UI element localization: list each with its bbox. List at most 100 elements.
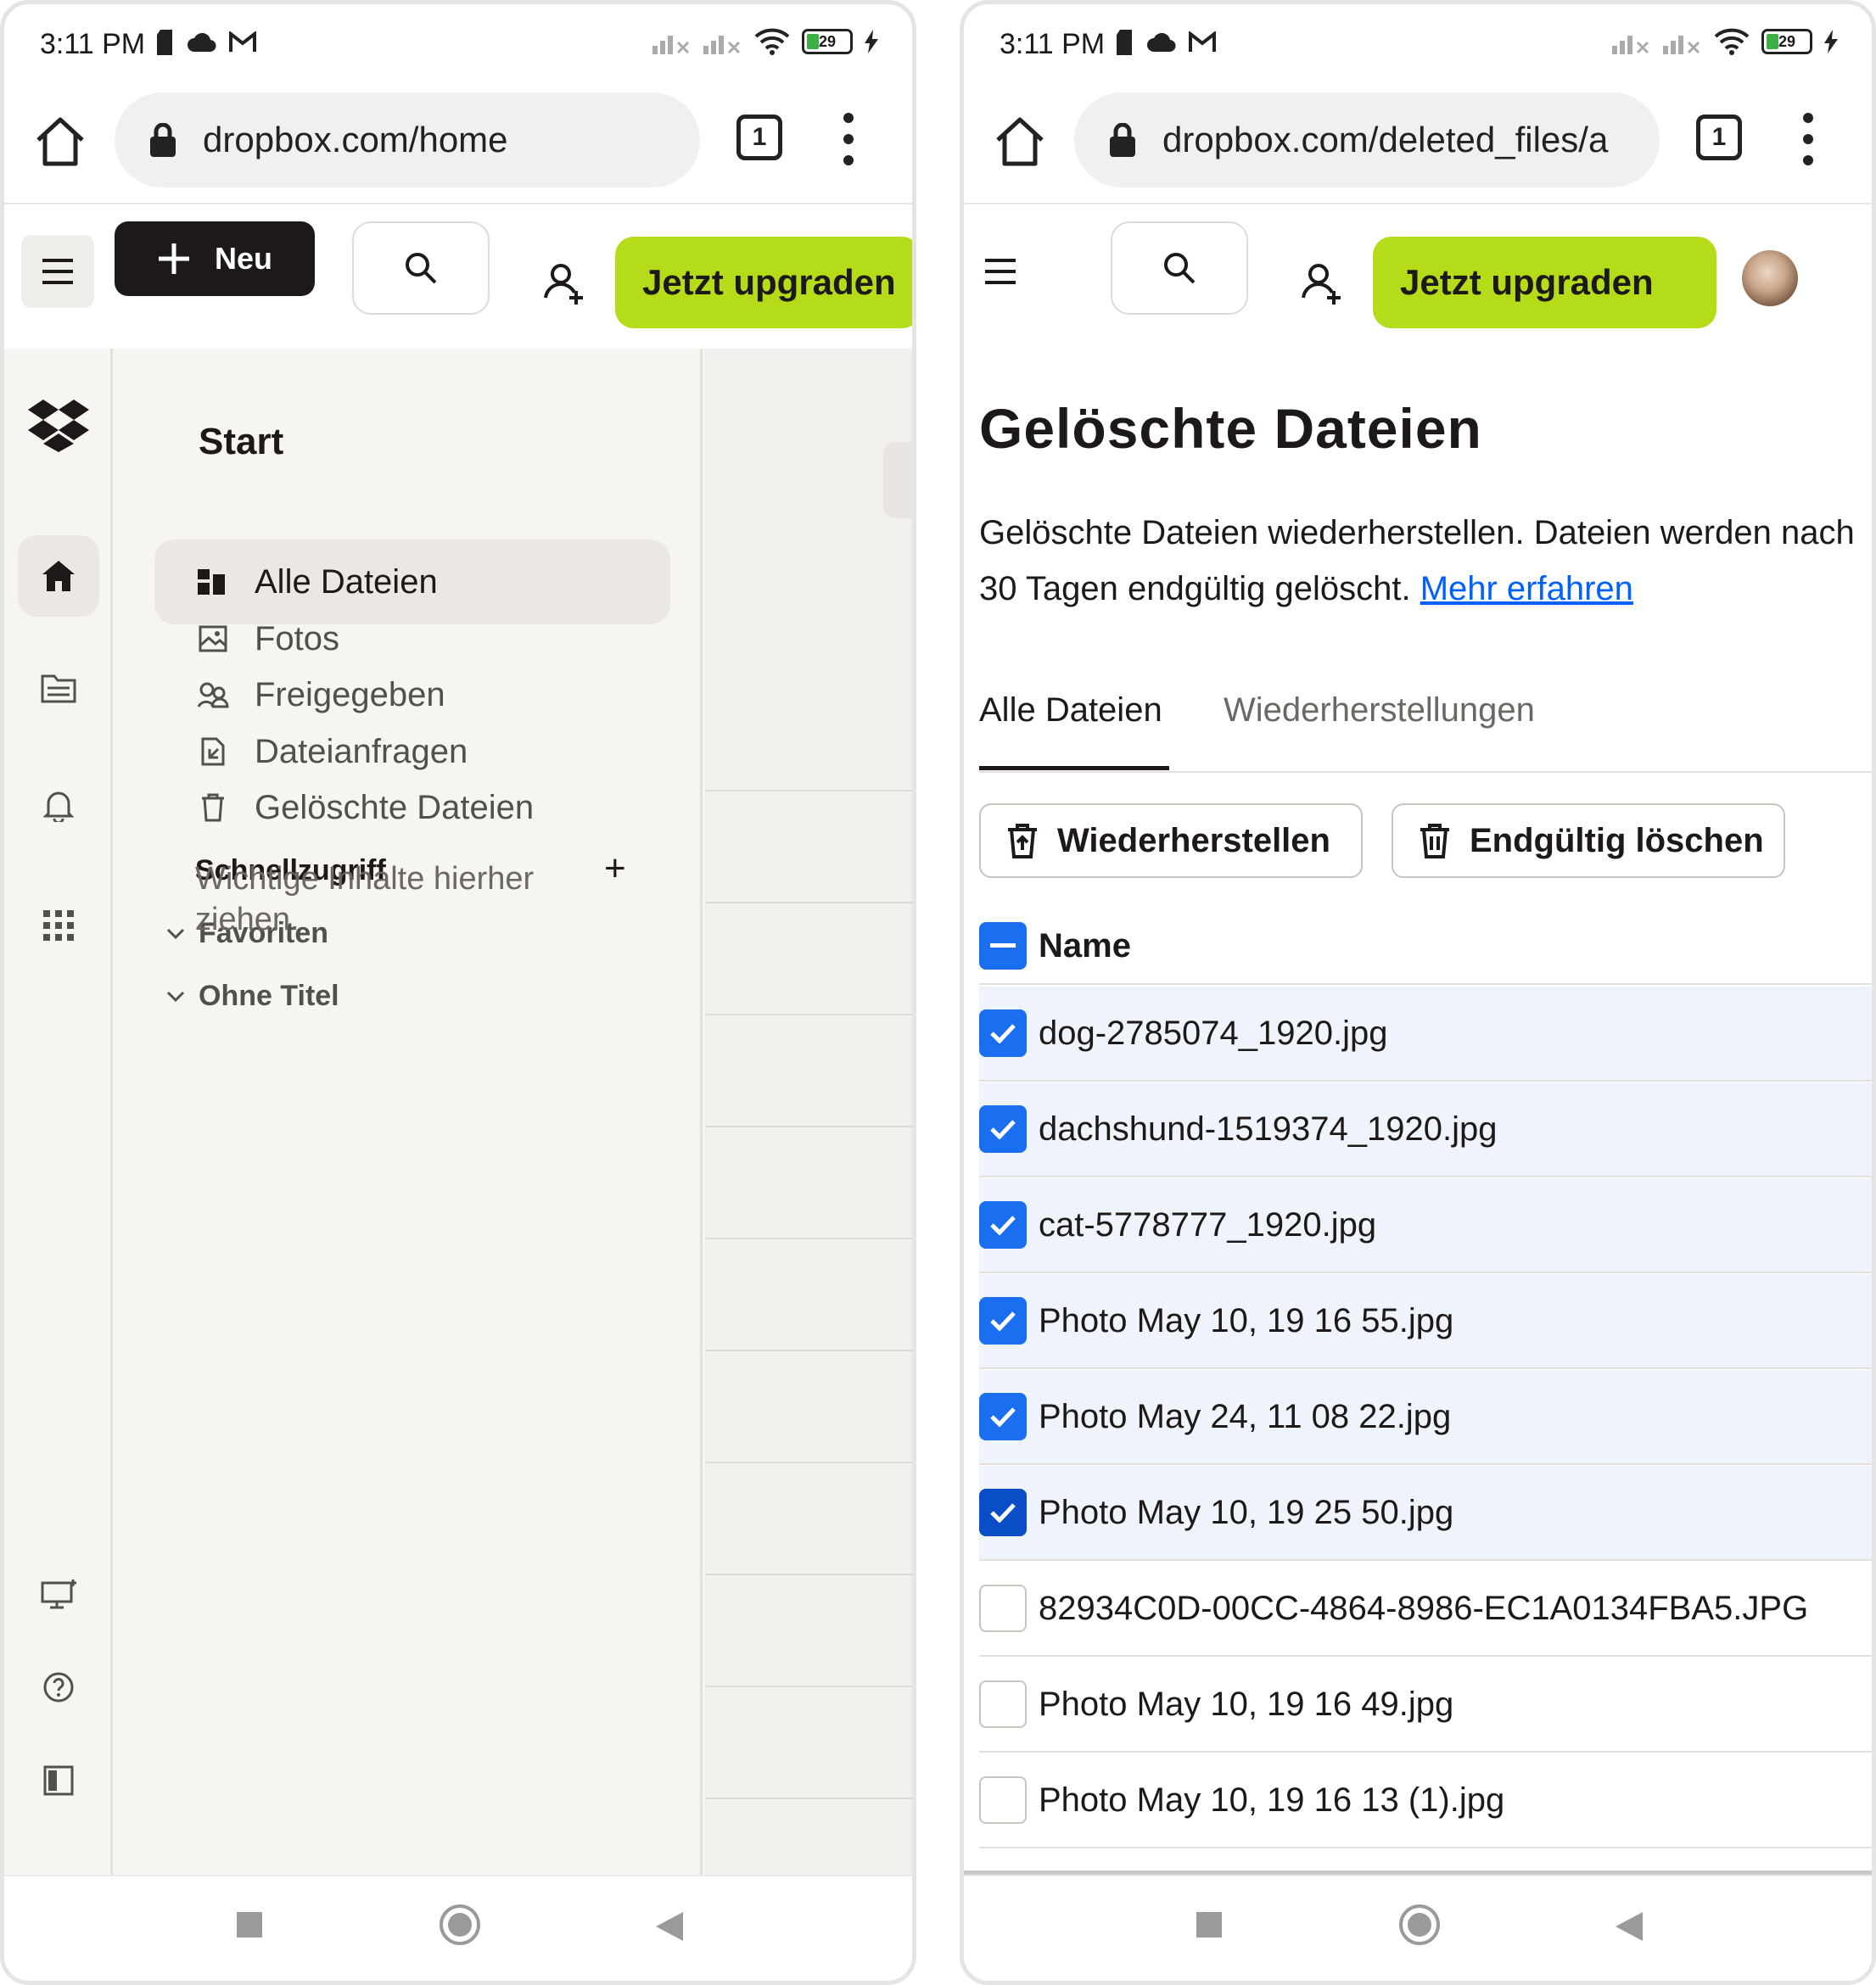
file-row[interactable]: dog-2785074_1920.jpg [979,987,1872,1082]
file-name: dog-2785074_1920.jpg [1039,1014,1388,1052]
dropbox-logo-icon[interactable] [28,400,89,452]
restore-icon [1008,824,1037,858]
file-name: 82934C0D-00CC-4864-8986-EC1A0134FBA5.JPG [1039,1589,1809,1627]
restore-button[interactable]: Wiederherstellen [979,803,1363,878]
select-all-checkbox[interactable] [979,922,1027,970]
name-column-header[interactable]: Name [1039,927,1131,965]
search-button[interactable] [352,221,490,315]
url-text: dropbox.com/deleted_files/a [1162,120,1609,159]
tab-restorations[interactable]: Wiederherstellungen [1224,691,1535,730]
checkmark-icon [990,1407,1016,1427]
app-grid-icon [43,910,74,941]
gmail-icon [1189,31,1216,52]
rail-folders[interactable] [18,647,99,729]
file-checkbox[interactable] [979,1297,1027,1345]
file-row[interactable]: Photo May 10, 19 16 49.jpg [979,1658,1872,1753]
lock-icon [150,123,176,157]
file-row[interactable]: cat-5778777_1920.jpg [979,1178,1872,1273]
file-checkbox[interactable] [979,1009,1027,1057]
rail-collapse[interactable] [18,1740,99,1821]
back-icon[interactable] [1614,1910,1644,1943]
file-row[interactable]: Photo May 10, 19 16 13 (1).jpg [979,1753,1872,1848]
file-checkbox[interactable] [979,1393,1027,1440]
menu-toggle-button[interactable] [21,235,94,308]
tabs: Alle Dateien Wiederherstellungen [979,691,1872,773]
file-row[interactable]: 82934C0D-00CC-4864-8986-EC1A0134FBA5.JPG [979,1562,1872,1657]
file-checkbox[interactable] [979,1489,1027,1536]
file-checkbox[interactable] [979,1585,1027,1632]
hamburger-icon [42,259,73,284]
upgrade-button[interactable]: Jetzt upgraden [1373,237,1716,328]
battery-level: 29 [1778,32,1796,50]
rail-desktop-app[interactable] [18,1553,99,1635]
wifi-icon [754,28,790,55]
browser-home-icon[interactable] [33,115,87,169]
rail-apps[interactable] [18,885,99,966]
drop-hint: Wichtige Inhalte hierher ziehen. [195,861,535,937]
checkmark-icon [990,1503,1016,1523]
page-description: Gelöschte Dateien wiederherstellen. Date… [979,505,1872,617]
tab-all-files[interactable]: Alle Dateien [979,691,1162,730]
rail-home[interactable] [18,535,99,617]
browser-menu-icon[interactable] [1800,111,1817,167]
file-checkbox[interactable] [979,1680,1027,1728]
file-name: cat-5778777_1920.jpg [1039,1205,1377,1244]
checkmark-icon [990,1216,1016,1235]
tab-switcher-button[interactable]: 1 [736,115,782,160]
file-row[interactable]: Photo May 10, 19 25 50.jpg [979,1466,1872,1561]
address-bar[interactable]: dropbox.com/home [115,92,700,187]
menu-toggle-button[interactable] [964,235,1037,308]
collapsed-panel-tab[interactable] [883,442,912,518]
invite-user-icon[interactable] [1296,259,1347,310]
folder-untitled[interactable]: Ohne Titel [166,980,339,1013]
file-row[interactable]: dachshund-1519374_1920.jpg [979,1082,1872,1177]
learn-more-link[interactable]: Mehr erfahren [1420,570,1633,607]
signal-icon [1612,36,1649,54]
tab-switcher-button[interactable]: 1 [1696,115,1742,160]
file-name: Photo May 10, 19 16 49.jpg [1039,1685,1454,1723]
upgrade-button[interactable]: Jetzt upgraden [615,237,912,328]
checkmark-icon [990,1024,1016,1043]
sd-card-icon [157,30,172,55]
photos-icon [197,623,229,655]
rail-notifications[interactable] [18,764,99,846]
delete-label: Endgültig löschen [1470,821,1764,859]
user-avatar[interactable] [1742,250,1798,306]
signal-icon-2 [703,36,741,54]
delete-permanently-button[interactable]: Endgültig löschen [1392,803,1785,878]
browser-url-bar: dropbox.com/home 1 [4,86,912,204]
search-button[interactable] [1111,221,1248,315]
description-text: Gelöschte Dateien wiederherstellen. Date… [979,514,1855,607]
invite-user-icon[interactable] [539,259,590,310]
home-icon [42,561,75,591]
address-bar[interactable]: dropbox.com/deleted_files/a [1074,92,1660,187]
recents-icon[interactable] [235,1910,264,1939]
file-name: Photo May 10, 19 25 50.jpg [1039,1493,1454,1531]
status-bar: 3:11 PM 29 [964,4,1872,86]
start-panel: Start Alle Dateien Fotos Freigegeben Dat… [115,349,703,1879]
file-checkbox[interactable] [979,1105,1027,1153]
rail-help[interactable] [18,1647,99,1728]
lock-icon [1110,123,1135,157]
browser-home-icon[interactable] [993,115,1047,169]
browser-menu-icon[interactable] [840,111,857,167]
file-name: dachshund-1519374_1920.jpg [1039,1110,1498,1148]
file-checkbox[interactable] [979,1201,1027,1249]
file-row[interactable]: Photo May 24, 11 08 22.jpg [979,1370,1872,1465]
phone-left: 3:11 PM 29 dropbox.com/home 1 Neu Jetzt … [0,0,916,1985]
page-title: Gelöschte Dateien [979,397,1482,460]
nav-label: Alle Dateien [255,562,438,601]
back-icon[interactable] [654,1910,685,1943]
home-nav-icon[interactable] [1398,1904,1441,1946]
active-tab-indicator [979,766,1169,770]
url-text: dropbox.com/home [203,120,508,159]
home-nav-icon[interactable] [439,1904,481,1946]
file-checkbox[interactable] [979,1776,1027,1824]
file-row[interactable]: Photo May 10, 19 16 55.jpg [979,1274,1872,1369]
shared-icon [197,679,229,711]
nav-deleted-files[interactable]: Gelöschte Dateien [154,765,670,850]
bell-icon [43,791,74,822]
signal-icon [652,36,690,54]
new-button[interactable]: Neu [115,221,315,296]
recents-icon[interactable] [1195,1910,1224,1939]
